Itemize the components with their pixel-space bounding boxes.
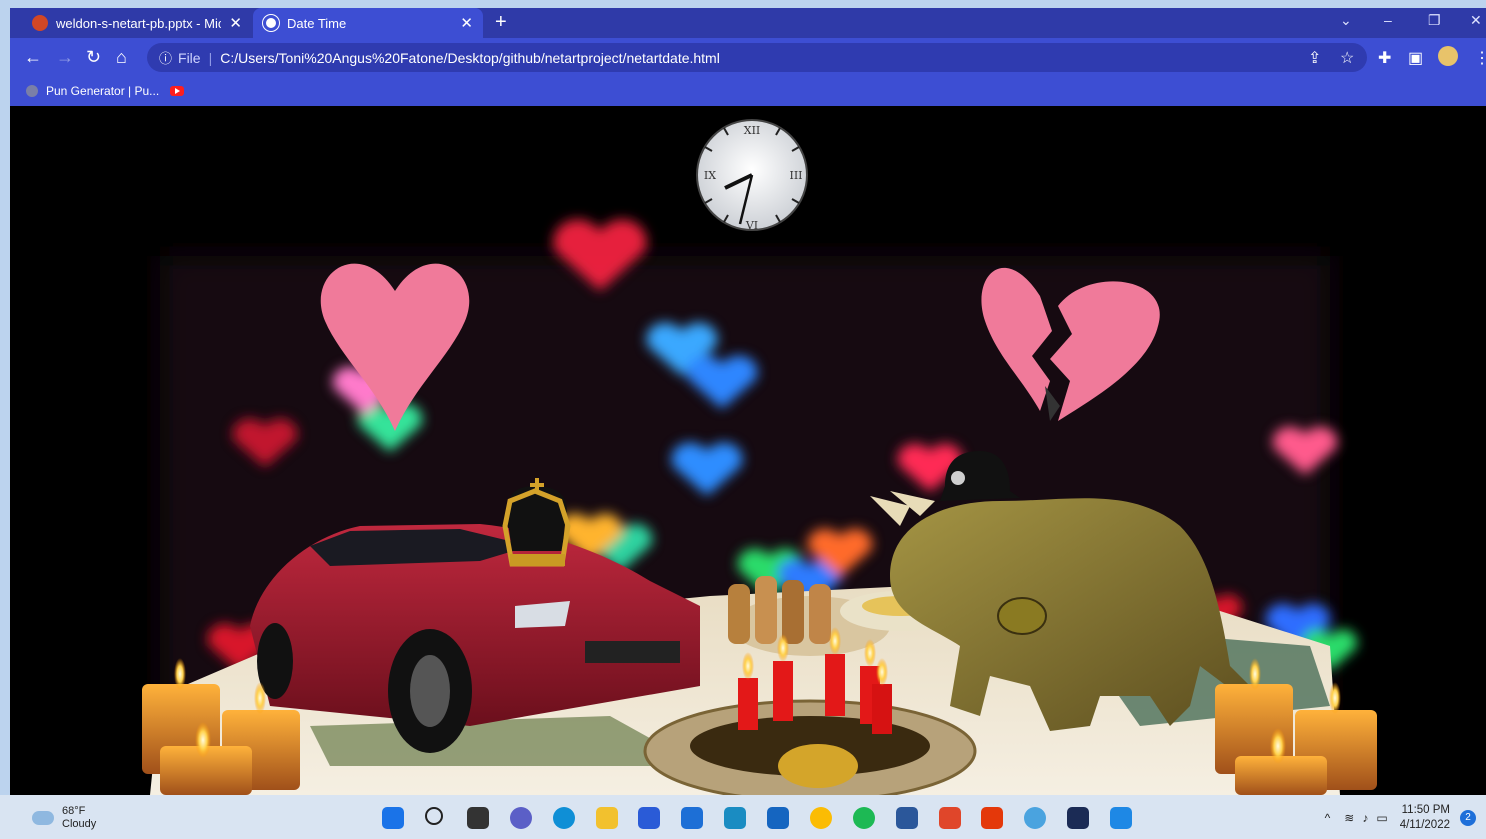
tab-date-time[interactable]: Date Time ✕ — [253, 8, 483, 38]
photoshop-icon[interactable] — [1067, 807, 1089, 829]
minimize-button[interactable]: – — [1384, 12, 1392, 28]
close-tab-icon[interactable]: ✕ — [229, 14, 242, 32]
clock-numeral-vi: VI — [745, 219, 758, 232]
site-icon — [26, 85, 38, 97]
new-tab-button[interactable]: + — [495, 11, 507, 34]
wifi-icon[interactable]: ≋ — [1344, 811, 1354, 825]
app-icon-2[interactable] — [767, 807, 789, 829]
forward-icon[interactable]: → — [56, 47, 74, 68]
browser-window: weldon-s-netart-pb.pptx - Microsoft Powe… — [10, 8, 1486, 795]
windows-taskbar: 68°F Cloudy ^ ≋ ♪ ▭ 11:50 PM 4/11/2022 2 — [0, 795, 1486, 839]
bookmark-star-icon[interactable]: ☆ — [1340, 48, 1354, 68]
reload-icon[interactable]: ↻ — [86, 47, 101, 68]
weather-temp: 68°F — [62, 805, 86, 817]
notification-badge[interactable]: 2 — [1460, 810, 1476, 826]
task-view-icon[interactable] — [467, 807, 489, 829]
file-explorer-icon[interactable] — [596, 807, 618, 829]
mail-icon[interactable] — [681, 807, 703, 829]
taskbar-time: 11:50 PM — [1401, 804, 1450, 816]
vscode-icon[interactable] — [1110, 807, 1132, 829]
globe-icon — [263, 15, 279, 31]
search-icon[interactable] — [425, 807, 443, 825]
windows-start-icon[interactable] — [382, 807, 404, 829]
system-tray: ^ ≋ ♪ ▭ 11:50 PM 4/11/2022 2 — [1325, 803, 1476, 833]
home-icon[interactable]: ⌂ — [116, 47, 127, 68]
volume-icon[interactable]: ♪ — [1362, 811, 1368, 825]
extensions-icon[interactable]: ✚ — [1378, 48, 1391, 68]
wall-clock: XII III VI IX — [696, 119, 808, 232]
chrome-icon[interactable] — [810, 807, 832, 829]
taskbar-date: 4/11/2022 — [1399, 819, 1450, 831]
bookmark-pun-generator[interactable]: Pun Generator | Pu... — [26, 84, 159, 98]
cloud-icon — [32, 811, 54, 825]
tab-title: Date Time — [287, 15, 347, 31]
clock-area[interactable]: 11:50 PM 4/11/2022 — [1400, 803, 1450, 833]
restore-button[interactable]: ❐ — [1428, 12, 1441, 29]
store-icon[interactable] — [638, 807, 660, 829]
url-text[interactable]: C:/Users/Toni%20Angus%20Fatone/Desktop/g… — [220, 50, 720, 66]
chat-icon[interactable] — [510, 807, 532, 829]
battery-icon[interactable]: ▭ — [1376, 811, 1387, 825]
menu-icon[interactable]: ⋮ — [1474, 48, 1486, 68]
app-icon-3[interactable] — [939, 807, 961, 829]
app-icon[interactable] — [724, 807, 746, 829]
net-art-scene: XII III VI IX — [142, 119, 1377, 795]
address-bar[interactable]: ⓘ File | C:/Users/Toni%20Angus%20Fatone/… — [147, 43, 1367, 72]
address-separator: | — [208, 49, 213, 66]
tab-strip: weldon-s-netart-pb.pptx - Microsoft Powe… — [10, 8, 1486, 38]
clock-numeral-iii: III — [789, 169, 802, 182]
bookmark-label: Pun Generator | Pu... — [46, 84, 160, 98]
browser-toolbar: ← → ↻ ⌂ ⓘ File | C:/Users/Toni%20Angus%2… — [10, 38, 1486, 78]
back-icon[interactable]: ← — [24, 47, 42, 68]
office-icon[interactable] — [981, 807, 1003, 829]
word-icon[interactable] — [896, 807, 918, 829]
close-window-button[interactable]: ✕ — [1470, 12, 1482, 29]
bookmarks-bar: Pun Generator | Pu... — [10, 78, 1486, 106]
share-icon[interactable]: ⇪ — [1308, 48, 1321, 68]
scheme-label: File — [178, 49, 201, 66]
weather-widget[interactable]: 68°F Cloudy — [32, 805, 96, 831]
close-tab-icon[interactable]: ✕ — [460, 14, 473, 32]
site-info-icon[interactable]: ⓘ — [159, 48, 172, 67]
clock-numeral-xii: XII — [744, 124, 761, 137]
side-panel-icon[interactable]: ▣ — [1408, 48, 1423, 68]
edge-icon[interactable] — [553, 807, 575, 829]
tab-title: weldon-s-netart-pb.pptx - Microsoft Powe… — [56, 15, 222, 31]
profile-avatar[interactable] — [1438, 46, 1458, 66]
app-icon-4[interactable] — [1024, 807, 1046, 829]
youtube-bookmark-icon[interactable] — [170, 86, 184, 96]
weather-condition: Cloudy — [62, 818, 97, 830]
tab-search-icon[interactable]: ⌄ — [1340, 12, 1352, 29]
powerpoint-icon — [32, 15, 48, 31]
clock-numeral-ix: IX — [704, 169, 716, 182]
tab-powerpoint[interactable]: weldon-s-netart-pb.pptx - Microsoft Powe… — [22, 8, 252, 38]
web-page: XII III VI IX — [10, 106, 1486, 795]
spotify-icon[interactable] — [853, 807, 875, 829]
chevron-up-icon[interactable]: ^ — [1325, 811, 1331, 825]
